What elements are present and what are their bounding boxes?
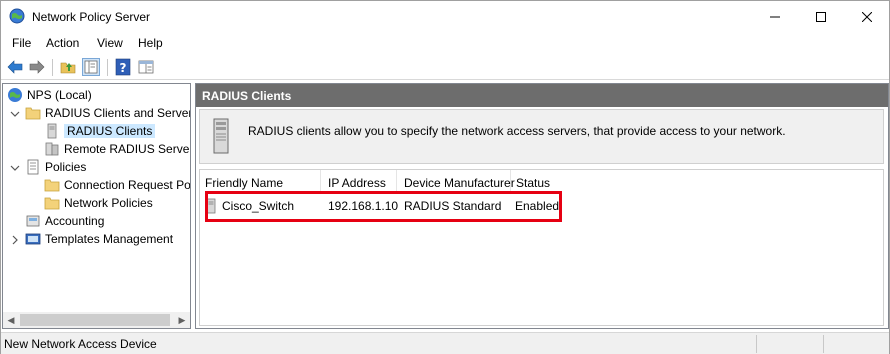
chevron-down-icon[interactable]	[10, 109, 20, 119]
policies-document-icon	[27, 159, 39, 175]
column-header-device-manufacturer[interactable]: Device Manufacturer	[399, 170, 515, 192]
help-icon[interactable]: ?	[114, 58, 132, 76]
chevron-right-icon[interactable]	[10, 235, 20, 245]
menu-action[interactable]: Action	[46, 36, 79, 50]
nps-globe-icon	[9, 8, 25, 24]
scrollbar-thumb[interactable]	[20, 314, 170, 326]
folder-icon	[44, 197, 60, 210]
up-folder-icon[interactable]	[59, 58, 77, 76]
server-group-icon	[45, 142, 59, 156]
red-highlight-annotation	[205, 191, 562, 222]
tree-label: Connection Request Po	[64, 178, 191, 192]
show-hide-action-pane-icon[interactable]	[137, 58, 155, 76]
tree-item-radius-clients-servers[interactable]: RADIUS Clients and Servers	[25, 104, 191, 122]
templates-icon	[25, 233, 41, 245]
tree-label: Accounting	[45, 214, 105, 228]
details-header: RADIUS Clients	[196, 84, 888, 107]
tree-item-connection-request-policies[interactable]: Connection Request Po	[44, 176, 191, 194]
tree-label: NPS (Local)	[27, 88, 92, 102]
column-header-friendly-name[interactable]: Friendly Name	[200, 170, 321, 192]
menu-view[interactable]: View	[97, 36, 123, 50]
accounting-icon	[26, 215, 40, 227]
maximize-button[interactable]	[798, 1, 844, 32]
tree-label: Policies	[45, 160, 87, 174]
tree-item-remote-radius-server[interactable]: Remote RADIUS Server	[44, 140, 191, 158]
tree-label: RADIUS Clients and Servers	[45, 106, 191, 120]
forward-arrow-icon[interactable]	[28, 58, 46, 76]
toolbar: ?	[1, 55, 889, 80]
column-header-status[interactable]: Status	[511, 170, 566, 192]
tree-label: Templates Management	[45, 232, 174, 246]
tree-item-nps-local[interactable]: NPS (Local)	[7, 86, 92, 104]
scroll-right-arrow-icon[interactable]: ▶	[174, 312, 190, 328]
tree-item-network-policies[interactable]: Network Policies	[44, 194, 153, 212]
tree-item-policies[interactable]: Policies	[25, 158, 86, 176]
tree-label: Network Policies	[64, 196, 153, 210]
radius-clients-list: Friendly Name IP Address Device Manufact…	[199, 169, 884, 326]
status-bar-segment	[823, 335, 824, 353]
info-description: RADIUS clients allow you to specify the …	[248, 124, 786, 138]
tree-horizontal-scrollbar[interactable]: ◀ ▶	[3, 312, 190, 328]
svg-text:?: ?	[120, 61, 127, 75]
folder-icon	[44, 179, 60, 192]
toolbar-separator	[107, 59, 108, 76]
details-title: RADIUS Clients	[202, 89, 292, 103]
back-arrow-icon[interactable]	[6, 58, 24, 76]
details-pane: RADIUS Clients RADIUS clients allow you …	[195, 83, 889, 329]
status-text: New Network Access Device	[4, 337, 157, 351]
chevron-down-icon[interactable]	[10, 163, 20, 173]
tree-item-radius-clients[interactable]: RADIUS Clients	[44, 122, 156, 140]
status-bar: New Network Access Device	[1, 332, 889, 354]
menu-file[interactable]: File	[12, 36, 31, 50]
nps-globe-icon	[8, 88, 22, 102]
info-banner: RADIUS clients allow you to specify the …	[199, 109, 884, 164]
nps-window: Network Policy Server File Action View H…	[0, 0, 890, 354]
tree-item-accounting[interactable]: Accounting	[25, 212, 104, 230]
scroll-left-arrow-icon[interactable]: ◀	[3, 312, 19, 328]
menu-bar: File Action View Help	[1, 32, 889, 54]
column-header-ip-address[interactable]: IP Address	[323, 170, 397, 192]
window-title: Network Policy Server	[32, 10, 151, 24]
maximize-icon	[816, 11, 826, 22]
tree-label: RADIUS Clients	[64, 124, 156, 138]
minimize-icon	[770, 16, 780, 17]
tree-item-templates-management[interactable]: Templates Management	[25, 230, 173, 248]
tree-label: Remote RADIUS Server	[64, 142, 191, 156]
server-tower-icon	[213, 118, 229, 154]
close-button[interactable]	[844, 1, 890, 32]
title-bar: Network Policy Server	[1, 1, 889, 32]
show-hide-console-tree-icon[interactable]	[82, 58, 100, 76]
console-tree: NPS (Local) RADIUS Clients and Servers R…	[2, 83, 191, 329]
toolbar-separator	[52, 59, 53, 76]
close-icon	[862, 11, 872, 22]
status-bar-segment	[756, 335, 757, 353]
minimize-button[interactable]	[752, 1, 798, 32]
folder-icon	[25, 107, 41, 120]
menu-help[interactable]: Help	[138, 36, 163, 50]
server-icon	[47, 123, 57, 139]
